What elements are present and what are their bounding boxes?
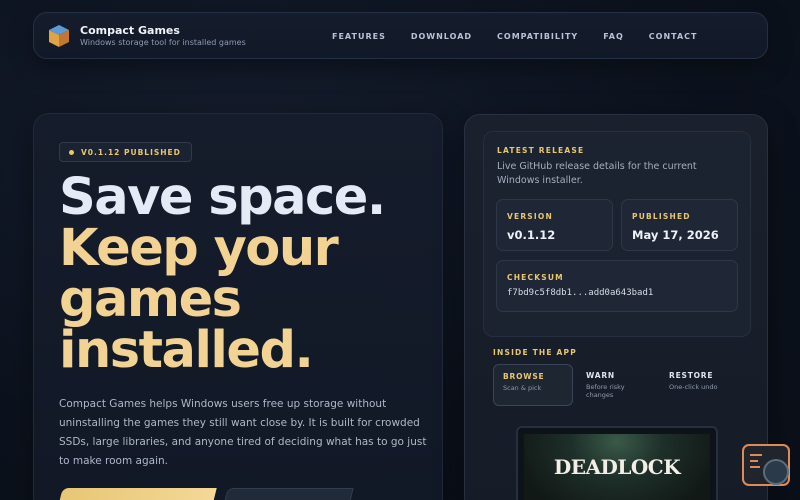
- version-value: v0.1.12: [507, 228, 556, 242]
- checksum-value: f7bd9c5f8db1...add0a643bad1: [507, 288, 654, 298]
- tab-warn-title: WARN: [586, 371, 615, 380]
- hero-description: Compact Games helps Windows users free u…: [59, 398, 427, 467]
- headline-line-1: Save space.: [59, 168, 386, 227]
- app-preview-tabs: BROWSE Scan & pick WARN Before risky cha…: [493, 364, 733, 406]
- tab-browse-subtitle: Scan & pick: [503, 384, 542, 392]
- brand-name: Compact Games: [80, 23, 180, 37]
- cube-logo-icon[interactable]: [48, 24, 70, 48]
- hero-card: V0.1.12 PUBLISHED Save space. Keep your …: [33, 113, 443, 500]
- game-thumbnail[interactable]: DEADLOCK: [516, 426, 718, 500]
- checksum-stat: CHECKSUM f7bd9c5f8db1...add0a643bad1: [496, 260, 738, 312]
- nav-link-features[interactable]: FEATURES: [332, 32, 386, 41]
- brand-tagline: Windows storage tool for installed games: [80, 37, 246, 47]
- tab-warn-subtitle: Before risky changes: [586, 383, 625, 399]
- headline-line-4: installed.: [59, 321, 314, 380]
- latest-release-heading: LATEST RELEASE: [497, 146, 585, 155]
- version-badge: V0.1.12 PUBLISHED: [59, 142, 192, 162]
- widget-avatar-icon: [763, 459, 789, 485]
- inside-app-heading: INSIDE THE APP: [493, 348, 577, 357]
- tab-restore[interactable]: RESTORE One-click undo: [660, 364, 740, 406]
- headline-line-2: Keep your: [59, 219, 339, 278]
- published-value: May 17, 2026: [632, 228, 719, 242]
- status-dot-icon: [69, 149, 74, 155]
- nav-link-faq[interactable]: FAQ: [603, 32, 624, 41]
- tab-browse[interactable]: BROWSE Scan & pick: [493, 364, 573, 406]
- primary-cta-button[interactable]: [55, 488, 217, 500]
- nav-links: FEATURES DOWNLOAD COMPATIBILITY FAQ CONT…: [332, 13, 723, 60]
- latest-release-description: Live GitHub release details for the curr…: [497, 161, 697, 186]
- published-label: PUBLISHED: [632, 212, 691, 221]
- tab-restore-title: RESTORE: [669, 371, 714, 380]
- tab-restore-subtitle: One-click undo: [669, 383, 718, 391]
- brand[interactable]: Compact Games Windows storage tool for i…: [80, 24, 246, 48]
- tab-browse-title: BROWSE: [503, 372, 545, 381]
- version-badge-label: V0.1.12 PUBLISHED: [81, 147, 181, 157]
- headline-line-3: games: [59, 270, 242, 329]
- version-stat: VERSION v0.1.12: [496, 199, 613, 251]
- secondary-cta-button[interactable]: [220, 488, 354, 500]
- game-title: DEADLOCK: [553, 455, 681, 479]
- top-navbar: Compact Games Windows storage tool for i…: [33, 12, 768, 59]
- version-label: VERSION: [507, 212, 553, 221]
- published-stat: PUBLISHED May 17, 2026: [621, 199, 738, 251]
- chat-widget-icon[interactable]: [742, 444, 790, 486]
- hero-headline: Save space. Keep your games installed.: [59, 172, 439, 376]
- nav-link-contact[interactable]: CONTACT: [649, 32, 698, 41]
- nav-link-download[interactable]: DOWNLOAD: [411, 32, 472, 41]
- nav-link-compatibility[interactable]: COMPATIBILITY: [497, 32, 578, 41]
- latest-release-card: LATEST RELEASE Live GitHub release detai…: [483, 131, 751, 337]
- tab-warn[interactable]: WARN Before risky changes: [577, 364, 657, 406]
- checksum-label: CHECKSUM: [507, 273, 564, 282]
